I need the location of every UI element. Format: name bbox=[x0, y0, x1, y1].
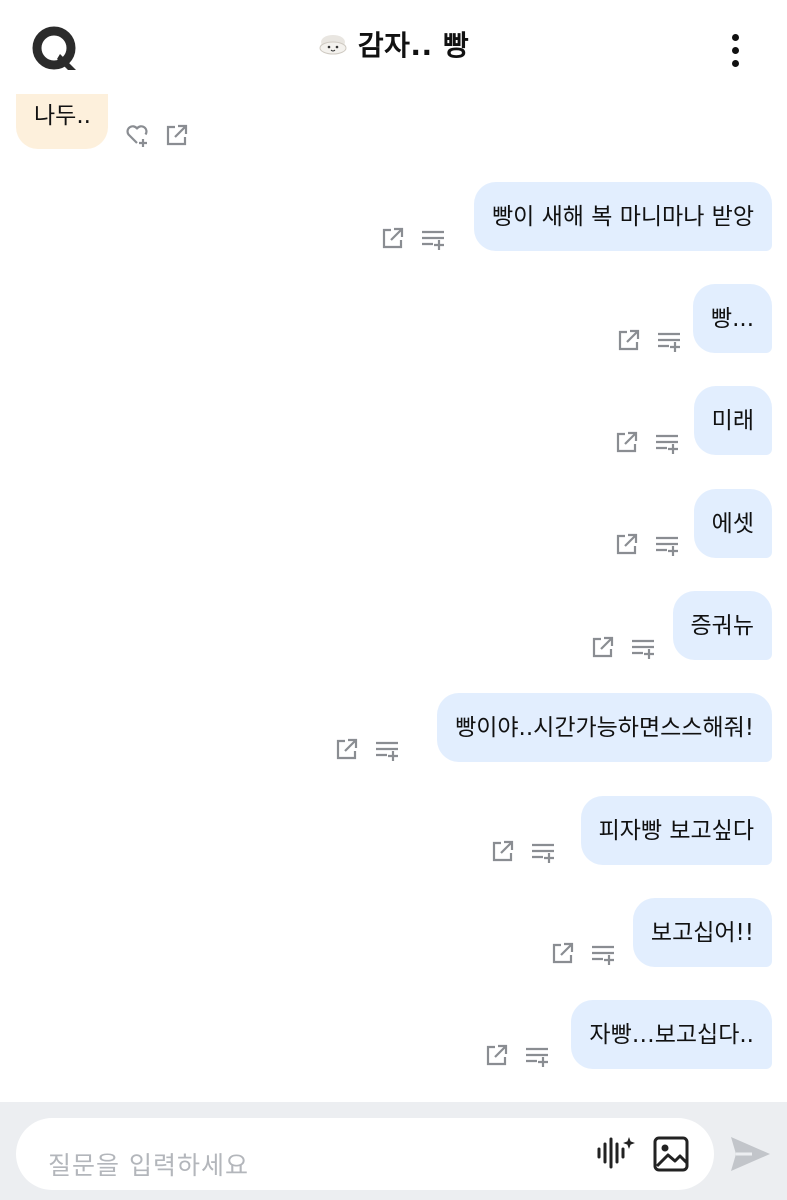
user-message-actions bbox=[484, 1042, 550, 1068]
voice-sparkle-icon[interactable] bbox=[596, 1135, 636, 1171]
message-text: 빵이야..시간가능하면스스해줘! bbox=[455, 714, 754, 741]
user-message: 미래 bbox=[693, 386, 772, 455]
message-text: 빵이 새해 복 마니마나 받앙 bbox=[491, 203, 754, 230]
share-icon[interactable] bbox=[614, 531, 640, 557]
user-message: 빵이 새해 복 마니마나 받앙 bbox=[473, 182, 772, 251]
bread-avatar-icon bbox=[318, 31, 348, 55]
share-icon[interactable] bbox=[334, 736, 360, 762]
message-text: 피자빵 보고싶다 bbox=[598, 817, 754, 844]
message-text: 증궈뉴 bbox=[690, 612, 754, 639]
add-to-list-icon[interactable] bbox=[656, 327, 682, 353]
user-message-actions bbox=[590, 634, 656, 660]
share-icon[interactable] bbox=[616, 327, 642, 353]
user-message: 빵... bbox=[692, 284, 772, 353]
user-message-actions bbox=[614, 429, 680, 455]
user-message-actions bbox=[380, 225, 446, 251]
message-text: 미래 bbox=[711, 407, 754, 434]
add-to-list-icon[interactable] bbox=[530, 838, 556, 864]
message-text: 빵... bbox=[710, 305, 754, 332]
chat-title: 감자.. 빵 bbox=[357, 29, 470, 62]
question-input-placeholder[interactable]: 질문을 입력하세요 bbox=[48, 1146, 249, 1182]
heart-plus-icon[interactable] bbox=[124, 122, 150, 148]
user-message: 자빵…보고십다.. bbox=[571, 1000, 772, 1069]
add-to-list-icon[interactable] bbox=[654, 531, 680, 557]
user-message-actions bbox=[616, 327, 682, 353]
share-icon[interactable] bbox=[484, 1042, 510, 1068]
image-icon[interactable] bbox=[652, 1135, 690, 1173]
message-text: 자빵…보고십다.. bbox=[589, 1021, 754, 1048]
kebab-menu-icon[interactable] bbox=[720, 30, 750, 70]
user-message-actions bbox=[614, 531, 680, 557]
message-text: 나두.. bbox=[34, 102, 91, 129]
user-message-actions bbox=[490, 838, 556, 864]
bot-message-actions bbox=[124, 122, 190, 148]
add-to-list-icon[interactable] bbox=[374, 736, 400, 762]
user-message: 보고십어!! bbox=[632, 898, 772, 967]
message-text: 보고십어!! bbox=[650, 919, 754, 946]
share-icon[interactable] bbox=[590, 634, 616, 660]
user-message-actions bbox=[550, 940, 616, 966]
share-icon[interactable] bbox=[490, 838, 516, 864]
add-to-list-icon[interactable] bbox=[630, 634, 656, 660]
add-to-list-icon[interactable] bbox=[524, 1042, 550, 1068]
share-icon[interactable] bbox=[614, 429, 640, 455]
add-to-list-icon[interactable] bbox=[420, 225, 446, 251]
add-to-list-icon[interactable] bbox=[590, 940, 616, 966]
user-message-actions bbox=[334, 736, 400, 762]
bot-message: 나두.. bbox=[16, 94, 108, 149]
share-icon[interactable] bbox=[164, 122, 190, 148]
user-message: 빵이야..시간가능하면스스해줘! bbox=[437, 693, 772, 762]
user-message: 에셋 bbox=[693, 489, 772, 558]
user-message: 피자빵 보고싶다 bbox=[580, 796, 772, 865]
send-icon[interactable] bbox=[728, 1133, 772, 1175]
user-message: 증궈뉴 bbox=[672, 591, 772, 660]
chat-header: 감자.. 빵 bbox=[0, 0, 787, 94]
share-icon[interactable] bbox=[550, 940, 576, 966]
chat-title-area[interactable]: 감자.. 빵 bbox=[0, 24, 787, 64]
share-icon[interactable] bbox=[380, 225, 406, 251]
message-text: 에셋 bbox=[711, 510, 754, 537]
add-to-list-icon[interactable] bbox=[654, 429, 680, 455]
